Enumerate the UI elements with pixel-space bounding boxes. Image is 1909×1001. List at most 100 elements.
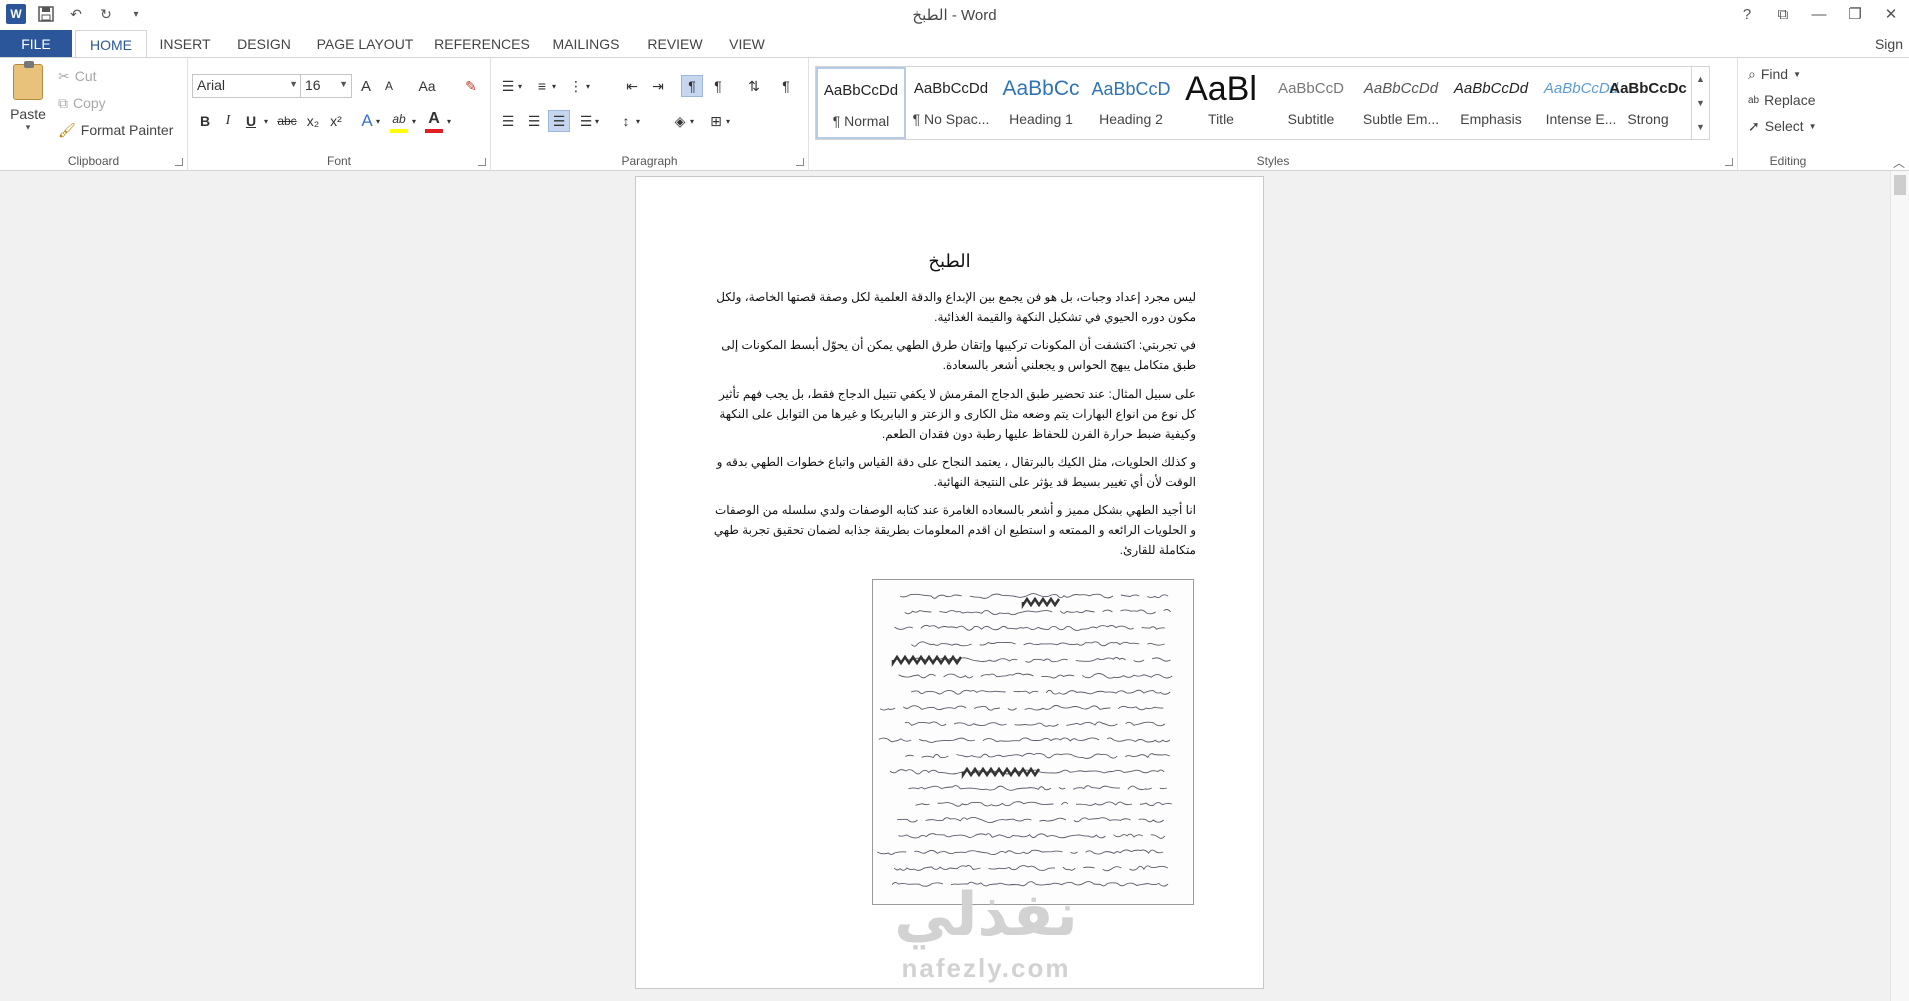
watermark-url: nafezly.com — [901, 953, 1071, 983]
font-size-value: 16 — [305, 77, 321, 93]
ribbon-display-options-icon[interactable]: ⧉ — [1765, 0, 1801, 28]
style-preview: AaBbCcDd — [1363, 80, 1439, 97]
minimize-icon[interactable]: — — [1801, 0, 1837, 28]
ltr-direction-icon[interactable]: ¶ — [681, 75, 703, 97]
style-normal[interactable]: AaBbCcDd ¶ Normal — [816, 67, 906, 139]
style-preview: AaBbCc — [1002, 77, 1080, 100]
clipboard-icon — [13, 61, 43, 100]
format-painter-button[interactable]: 🖌 Format Painter — [58, 120, 173, 140]
document-page[interactable]: الطبخ ليس مجرد إعداد وجبات، بل هو فن يجم… — [635, 176, 1264, 989]
align-left-icon[interactable]: ☰ — [497, 110, 519, 132]
grow-font-button[interactable]: A — [355, 75, 377, 97]
body-paragraph: في تجربتي: اكتشفت أن المكونات تركيبها وإ… — [721, 338, 1196, 372]
paragraph-dialog-launcher-icon[interactable] — [796, 158, 804, 166]
vertical-scrollbar[interactable] — [1890, 171, 1909, 1001]
style-no-spacing[interactable]: AaBbCcDd ¶ No Spac... — [906, 67, 996, 139]
style-strong[interactable]: AaBbCcDc Strong — [1606, 67, 1690, 139]
clipboard-dialog-launcher-icon[interactable] — [175, 158, 183, 166]
underline-dropdown-icon[interactable]: ▾ — [260, 110, 272, 132]
highlight-dropdown-icon[interactable]: ▾ — [408, 110, 420, 132]
scroll-down-icon[interactable]: ▼ — [1692, 91, 1709, 115]
tab-mailings[interactable]: MAILINGS — [544, 30, 628, 58]
style-heading-1[interactable]: AaBbCc Heading 1 — [996, 67, 1086, 139]
style-emphasis[interactable]: AaBbCcDd Emphasis — [1446, 67, 1536, 139]
sign-in-link[interactable]: Sign — [1875, 30, 1903, 58]
style-subtle-emphasis[interactable]: AaBbCcDd Subtle Em... — [1356, 67, 1446, 139]
tab-references[interactable]: REFERENCES — [430, 30, 534, 58]
tab-page-layout[interactable]: PAGE LAYOUT — [310, 30, 420, 58]
superscript-button[interactable]: x² — [325, 110, 347, 132]
cursor-icon: ➚ — [1748, 117, 1760, 134]
italic-button[interactable]: I — [217, 110, 239, 132]
more-styles-icon[interactable]: ▼ — [1692, 115, 1709, 139]
font-color-button[interactable]: A — [423, 108, 445, 130]
clear-formatting-icon[interactable]: ✎ — [460, 75, 482, 97]
style-subtitle[interactable]: AaBbCcD Subtitle — [1266, 67, 1356, 139]
line-spacing-dropdown-icon[interactable]: ▾ — [633, 110, 643, 132]
scrollbar-thumb[interactable] — [1894, 175, 1906, 195]
shrink-font-button[interactable]: A — [378, 75, 400, 97]
underline-button[interactable]: U — [240, 110, 262, 132]
styles-group: AaBbCcDd ¶ Normal AaBbCcDd ¶ No Spac... … — [809, 58, 1738, 171]
borders-dropdown-icon[interactable]: ▾ — [723, 110, 733, 132]
style-name: Subtitle — [1287, 111, 1335, 127]
subscript-button[interactable]: x₂ — [302, 110, 324, 132]
tab-review[interactable]: REVIEW — [638, 30, 712, 58]
tab-insert[interactable]: INSERT — [152, 30, 218, 58]
styles-dialog-launcher-icon[interactable] — [1725, 158, 1733, 166]
close-icon[interactable]: ✕ — [1873, 0, 1909, 28]
handwriting-line — [908, 802, 1172, 807]
increase-indent-icon[interactable]: ⇥ — [647, 75, 669, 97]
style-preview: AaBbCcDc — [1609, 80, 1687, 97]
bullets-dropdown-icon[interactable]: ▾ — [515, 75, 525, 97]
bold-button[interactable]: B — [194, 110, 216, 132]
collapse-ribbon-icon[interactable]: ︿ — [1893, 154, 1905, 171]
chevron-down-icon: ▼ — [1808, 121, 1817, 131]
align-center-icon[interactable]: ☰ — [523, 110, 545, 132]
rtl-direction-icon[interactable]: ¶ — [707, 75, 729, 97]
tab-view[interactable]: VIEW — [722, 30, 772, 58]
font-family-combo[interactable]: Arial ▼ — [192, 74, 302, 98]
select-button[interactable]: ➚ Select ▼ — [1748, 116, 1817, 136]
align-right-icon[interactable]: ☰ — [548, 110, 570, 132]
highlight-button[interactable]: ab — [388, 108, 410, 130]
strikethrough-button[interactable]: abc — [274, 110, 300, 132]
editing-group: ⌕ Find ▼ ab Replace ➚ Select ▼ Editing — [1738, 58, 1838, 171]
scribble-mark — [891, 654, 963, 668]
handwriting-line — [897, 817, 1164, 824]
change-case-button[interactable]: Aa — [412, 75, 442, 97]
font-color-dropdown-icon[interactable]: ▾ — [443, 110, 455, 132]
style-heading-2[interactable]: AaBbCcD Heading 2 — [1086, 67, 1176, 139]
tab-design[interactable]: DESIGN — [228, 30, 300, 58]
scroll-up-icon[interactable]: ▲ — [1692, 67, 1709, 91]
handwriting-line — [898, 672, 1173, 679]
font-size-combo[interactable]: 16 ▼ — [300, 74, 352, 98]
show-formatting-button[interactable]: ¶ — [775, 75, 797, 97]
cut-button[interactable]: ✂ Cut — [58, 66, 97, 86]
numbering-dropdown-icon[interactable]: ▾ — [549, 75, 559, 97]
help-icon[interactable]: ? — [1729, 0, 1765, 28]
handwriting-strokes — [876, 593, 1194, 887]
style-title[interactable]: AaBl Title — [1176, 67, 1266, 139]
copy-icon: ⧉ — [58, 94, 68, 111]
justify-dropdown-icon[interactable]: ▾ — [592, 110, 602, 132]
restore-icon[interactable]: ❐ — [1837, 0, 1873, 28]
tab-home[interactable]: HOME — [75, 30, 147, 59]
font-group: Arial ▼ 16 ▼ A A Aa ✎ B I U ▾ abc x₂ x² … — [188, 58, 491, 171]
text-effects-dropdown-icon[interactable]: ▾ — [372, 110, 384, 132]
chevron-down-icon: ▼ — [1793, 69, 1801, 79]
multilevel-dropdown-icon[interactable]: ▾ — [583, 75, 593, 97]
tab-file[interactable]: FILE — [0, 30, 72, 58]
find-button[interactable]: ⌕ Find ▼ — [1748, 64, 1801, 84]
decrease-indent-icon[interactable]: ⇤ — [621, 75, 643, 97]
replace-button[interactable]: ab Replace — [1748, 90, 1816, 110]
sort-icon[interactable]: ⇅ — [743, 75, 765, 97]
font-dialog-launcher-icon[interactable] — [478, 158, 486, 166]
shading-dropdown-icon[interactable]: ▾ — [687, 110, 697, 132]
paste-button[interactable]: Paste ▾ — [8, 61, 48, 144]
find-label: Find — [1760, 66, 1789, 82]
ribbon-tabs: FILE HOME INSERT DESIGN PAGE LAYOUT REFE… — [0, 30, 1909, 59]
copy-button[interactable]: ⧉ Copy — [58, 93, 106, 113]
scissors-icon: ✂ — [58, 67, 70, 84]
style-preview: AaBbCcDd — [823, 82, 899, 99]
